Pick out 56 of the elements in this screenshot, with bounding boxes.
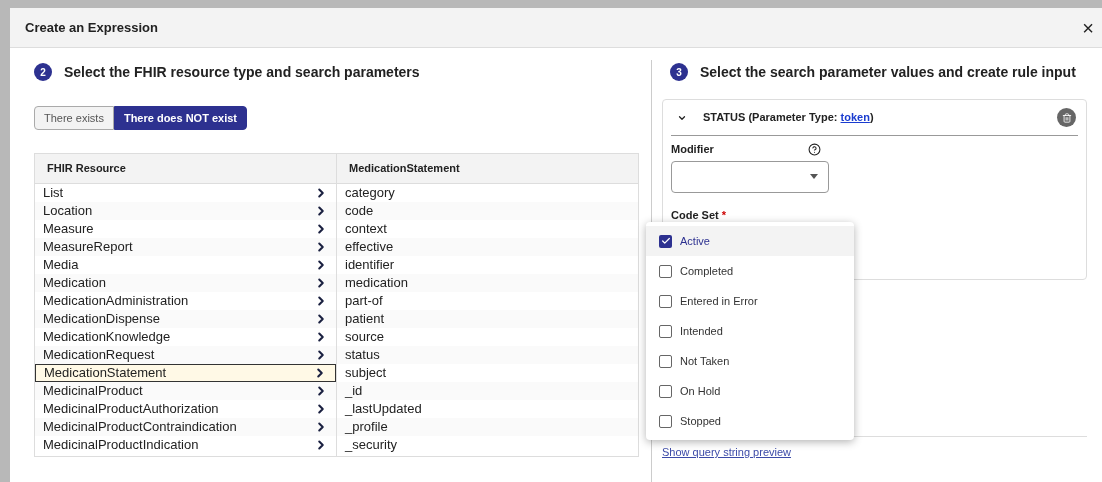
parameter-row[interactable]: status — [337, 346, 638, 364]
dialog-title: Create an Expression — [25, 18, 158, 37]
resource-row[interactable]: MedicationDispense — [35, 310, 336, 328]
option-item[interactable]: On Hold — [646, 376, 854, 406]
resource-row[interactable]: Location — [35, 202, 336, 220]
resource-row[interactable]: Medication — [35, 274, 336, 292]
option-label: Intended — [680, 323, 723, 339]
checkbox[interactable] — [659, 294, 672, 308]
option-item[interactable]: Active — [646, 226, 854, 256]
checkbox[interactable] — [659, 384, 672, 398]
query-preview-link[interactable]: Show query string preview — [662, 446, 791, 458]
parameter-row[interactable]: _profile — [337, 418, 638, 436]
option-label: Not Taken — [680, 353, 730, 369]
column-header: MedicationStatement — [348, 161, 461, 177]
parameter-row[interactable]: effective — [337, 238, 638, 256]
parameter-row[interactable]: _id — [337, 382, 638, 400]
option-label: On Hold — [680, 383, 721, 399]
field-label: Modifier — [671, 142, 714, 157]
resource-row[interactable]: MedicationStatement — [35, 364, 336, 382]
option-item[interactable]: Completed — [646, 256, 854, 286]
option-item[interactable]: Intended — [646, 316, 854, 346]
checkbox[interactable] — [659, 414, 672, 428]
resource-row[interactable]: MedicinalProductContraindication — [35, 418, 336, 436]
option-item[interactable]: Not Taken — [646, 346, 854, 376]
checkbox[interactable] — [659, 324, 672, 338]
resource-row[interactable]: MeasureReport — [35, 238, 336, 256]
section-heading: Select the FHIR resource type and search parameters — [64, 62, 420, 82]
checkbox[interactable] — [659, 234, 672, 248]
step-number: 3 — [670, 63, 688, 81]
token-link[interactable]: token — [840, 111, 870, 124]
trash-icon — [1061, 112, 1072, 123]
option-label: Completed — [680, 263, 734, 279]
parameter-row[interactable]: code — [337, 202, 638, 220]
option-item[interactable]: Entered in Error — [646, 286, 854, 316]
close-button[interactable]: × — [1078, 17, 1098, 38]
resource-row[interactable]: MedicinalProduct — [35, 382, 336, 400]
checkbox[interactable] — [659, 354, 672, 368]
option-item[interactable]: Stopped — [646, 406, 854, 436]
parameter-title: STATUS (Parameter Type: token) — [703, 110, 874, 126]
toggle-option[interactable]: There exists — [34, 106, 114, 130]
toggle-option[interactable]: There does NOT exist — [113, 106, 247, 130]
checkbox[interactable] — [659, 264, 672, 278]
check-icon — [660, 236, 671, 246]
option-label: Stopped — [680, 413, 721, 429]
parameter-row[interactable]: patient — [337, 310, 638, 328]
step-number: 2 — [34, 63, 52, 81]
parameter-row[interactable]: medication — [337, 274, 638, 292]
field-label: Code Set * — [671, 208, 727, 221]
option-label: Entered in Error — [680, 293, 758, 309]
help-icon[interactable] — [808, 142, 821, 156]
dropdown-icon — [810, 174, 818, 179]
resource-row[interactable]: MedicationRequest — [35, 346, 336, 364]
option-label: Active — [680, 233, 710, 249]
delete-button[interactable] — [1057, 108, 1076, 127]
column-header: FHIR Resource — [35, 154, 337, 183]
section-heading: Select the search parameter values and create rule input — [700, 62, 1076, 82]
